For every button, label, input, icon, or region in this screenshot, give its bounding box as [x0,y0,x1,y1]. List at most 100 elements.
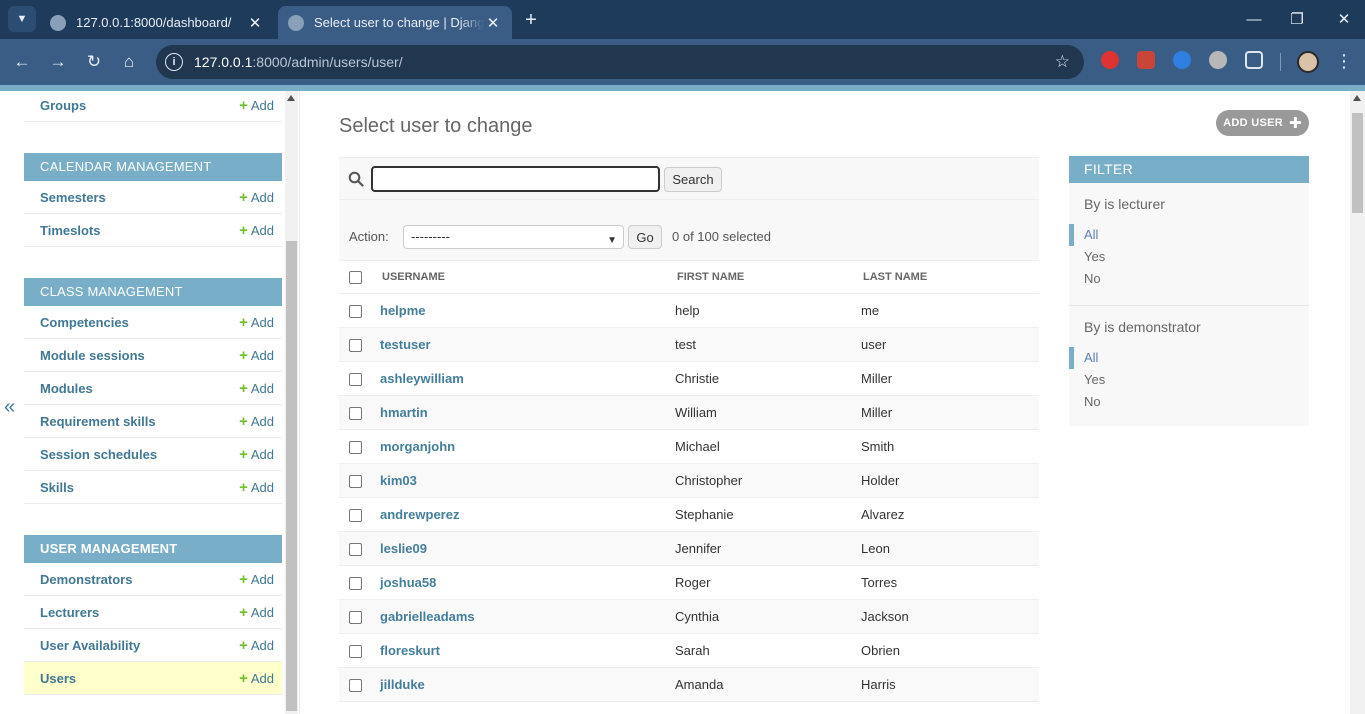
search-input[interactable] [371,166,660,192]
close-icon[interactable]: ✕ [246,14,264,32]
row-checkbox[interactable] [349,441,362,455]
sidebar-item-users[interactable]: Users + Add [24,662,282,695]
extensions-puzzle-icon[interactable] [1245,51,1263,69]
close-icon[interactable]: ✕ [484,14,502,32]
minimize-button[interactable]: — [1240,6,1268,32]
filter-option-all[interactable]: All [1069,347,1294,369]
sidebar-item-groups[interactable]: Groups + Add [24,89,282,122]
extension-blue-icon[interactable] [1173,51,1191,69]
sidebar-item-label[interactable]: Competencies [40,315,129,330]
profile-avatar[interactable] [1297,51,1319,73]
username-link[interactable]: kim03 [380,473,417,488]
extension-owl-icon[interactable] [1209,51,1227,69]
username-link[interactable]: floreskurt [380,643,440,658]
sidebar-item-requirement-skills[interactable]: Requirement skills + Add [24,405,282,438]
sidebar-item-demonstrators[interactable]: Demonstrators + Add [24,563,282,596]
add-link[interactable]: + Add [239,604,274,621]
sidebar-item-lecturers[interactable]: Lecturers + Add [24,596,282,629]
new-tab-button[interactable]: + [518,7,544,33]
add-link[interactable]: + Add [239,637,274,654]
row-checkbox[interactable] [349,339,362,353]
add-link[interactable]: + Add [239,413,274,430]
row-checkbox[interactable] [349,407,362,421]
add-link[interactable]: + Add [239,479,274,496]
tab-search-button[interactable]: ▼ [8,6,36,32]
sidebar-item-label[interactable]: Demonstrators [40,572,132,587]
extension-hand-icon[interactable] [1101,51,1119,69]
add-user-button[interactable]: ADD USER ✚ [1216,110,1309,136]
username-link[interactable]: andrewperez [380,507,459,522]
sidebar-item-competencies[interactable]: Competencies + Add [24,306,282,339]
sidebar-item-label[interactable]: Module sessions [40,348,145,363]
sidebar-item-user-availability[interactable]: User Availability + Add [24,629,282,662]
collapse-sidebar-toggle[interactable]: « [4,396,15,419]
filter-option-no[interactable]: No [1084,391,1294,413]
address-bar[interactable]: i 127.0.0.1:8000/admin/users/user/ ☆ [156,45,1084,79]
sidebar-item-modules[interactable]: Modules + Add [24,372,282,405]
section-caption[interactable]: CLASS MANAGEMENT [24,278,282,306]
row-checkbox[interactable] [349,543,362,557]
sidebar-item-label[interactable]: Semesters [40,190,106,205]
row-checkbox[interactable] [349,679,362,693]
go-button[interactable]: Go [628,225,662,249]
action-select[interactable]: --------- ▼ [403,225,624,249]
add-link[interactable]: + Add [239,222,274,239]
username-link[interactable]: joshua58 [380,575,436,590]
add-link[interactable]: + Add [239,571,274,588]
username-link[interactable]: morganjohn [380,439,455,454]
filter-option-no[interactable]: No [1084,268,1294,290]
browser-menu-icon[interactable]: ⋮ [1334,50,1354,74]
page-scrollbar[interactable] [1350,91,1365,714]
row-checkbox[interactable] [349,373,362,387]
forward-button[interactable]: → [45,49,71,75]
username-link[interactable]: helpme [380,303,426,318]
sidebar-item-label[interactable]: Modules [40,381,93,396]
sidebar-scrollbar[interactable] [285,91,298,714]
sidebar-item-label[interactable]: Users [40,671,76,686]
bookmark-star-icon[interactable]: ☆ [1055,52,1070,72]
back-button[interactable]: ← [9,49,35,75]
add-link[interactable]: + Add [239,189,274,206]
column-header-first-name[interactable]: FIRST NAME [665,260,851,294]
sidebar-item-label[interactable]: Groups [40,98,86,113]
add-link[interactable]: + Add [239,446,274,463]
row-checkbox[interactable] [349,645,362,659]
sidebar-item-timeslots[interactable]: Timeslots + Add [24,214,282,247]
add-link[interactable]: + Add [239,97,274,114]
sidebar-item-module-sessions[interactable]: Module sessions + Add [24,339,282,372]
home-button[interactable]: ⌂ [116,49,142,75]
username-link[interactable]: jillduke [380,677,425,692]
sidebar-item-label[interactable]: Lecturers [40,605,99,620]
scroll-up-icon[interactable] [287,95,295,101]
browser-tab-admin[interactable]: Select user to change | Django site admi… [278,6,512,39]
row-checkbox[interactable] [349,611,362,625]
row-checkbox[interactable] [349,577,362,591]
add-link[interactable]: + Add [239,670,274,687]
scrollbar-thumb[interactable] [1352,113,1363,213]
username-link[interactable]: ashleywilliam [380,371,464,386]
username-link[interactable]: gabrielleadams [380,609,475,624]
search-button[interactable]: Search [664,167,722,192]
section-caption[interactable]: CALENDAR MANAGEMENT [24,153,282,181]
sidebar-item-semesters[interactable]: Semesters + Add [24,181,282,214]
filter-option-all[interactable]: All [1069,224,1294,246]
column-header-last-name[interactable]: LAST NAME [851,260,1039,294]
sidebar-item-label[interactable]: Skills [40,480,74,495]
scrollbar-thumb[interactable] [286,241,297,711]
sidebar-item-session-schedules[interactable]: Session schedules + Add [24,438,282,471]
add-link[interactable]: + Add [239,314,274,331]
sidebar-item-label[interactable]: Timeslots [40,223,100,238]
restore-button[interactable]: ❐ [1283,6,1311,32]
section-caption[interactable]: USER MANAGEMENT [24,535,282,563]
filter-option-yes[interactable]: Yes [1084,369,1294,391]
sidebar-item-label[interactable]: Requirement skills [40,414,156,429]
scroll-up-icon[interactable] [1353,95,1361,101]
username-link[interactable]: leslie09 [380,541,427,556]
reload-button[interactable]: ↻ [81,49,107,75]
row-checkbox[interactable] [349,305,362,319]
extension-red-icon[interactable] [1137,51,1155,69]
add-link[interactable]: + Add [239,347,274,364]
row-checkbox[interactable] [349,509,362,523]
sidebar-item-label[interactable]: User Availability [40,638,140,653]
add-link[interactable]: + Add [239,380,274,397]
